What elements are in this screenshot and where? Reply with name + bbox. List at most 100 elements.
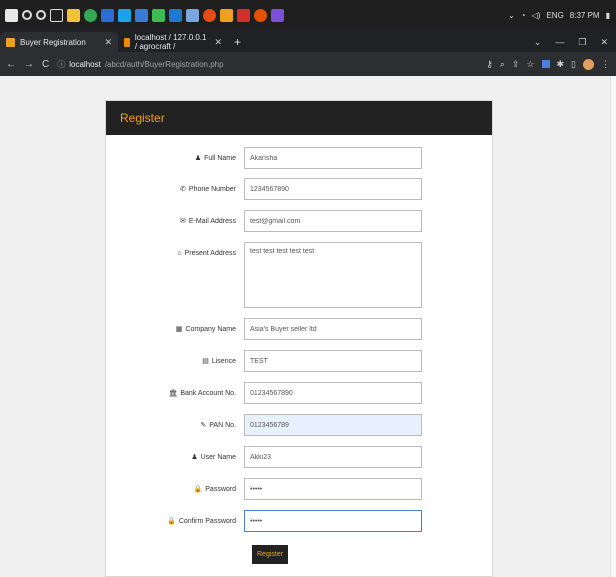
phone-input[interactable] <box>244 178 422 200</box>
app-icon[interactable] <box>118 8 131 22</box>
phpmyadmin-icon <box>124 37 130 47</box>
confirm-password-row: 🔒 Confirm Password <box>106 510 494 532</box>
address-bar: ← → C ⓘ localhost/abcd/auth/BuyerRegistr… <box>0 52 616 76</box>
new-tab-button[interactable]: + <box>228 32 247 52</box>
pencil-icon: ✎ <box>200 422 207 429</box>
bank-label: Bank Account No. <box>180 389 236 397</box>
password-input[interactable] <box>244 478 422 500</box>
username-row: ♟ User Name <box>106 446 494 468</box>
app-icon[interactable] <box>169 8 182 22</box>
app-icon[interactable] <box>186 8 199 22</box>
tab-buyer-registration[interactable]: Buyer Registration ✕ <box>0 32 118 52</box>
bank-icon: 🏛 <box>168 390 178 397</box>
lock-icon: 🔒 <box>193 486 203 493</box>
language-indicator[interactable]: ENG <box>546 11 563 20</box>
full-name-input[interactable] <box>244 147 422 169</box>
address-row: ⌂ Present Address test test test test tes… <box>106 242 494 308</box>
windows-taskbar: ⌄ ◔ ◁) ENG 8:37 PM ▮ <box>0 0 616 30</box>
task-view-icon[interactable] <box>50 8 63 22</box>
full-name-label: Full Name <box>204 154 236 162</box>
page-content: Register ♟Full Name ✆Phone Number ✉E-Mai… <box>0 76 610 577</box>
address-label: Present Address <box>184 249 236 257</box>
clock[interactable]: 8:37 PM <box>570 11 600 20</box>
windows-icon[interactable] <box>5 8 18 22</box>
info-icon[interactable]: ⓘ <box>57 59 65 70</box>
bank-input[interactable] <box>244 382 422 404</box>
bookmark-star-icon[interactable]: ☆ <box>526 59 534 70</box>
licence-label: Lisence <box>211 357 236 365</box>
chrome-icon[interactable] <box>84 8 97 22</box>
user-icon: ♟ <box>194 155 202 162</box>
username-input[interactable] <box>244 446 422 468</box>
close-tab-icon[interactable]: ✕ <box>104 37 112 48</box>
vscode-icon[interactable] <box>271 8 284 22</box>
cortana-icon[interactable] <box>36 10 46 20</box>
company-row: ▦ Company Name <box>106 318 494 340</box>
email-row: ✉ E-Mail Address <box>106 210 494 232</box>
company-input[interactable] <box>244 318 422 340</box>
browser-tab-bar: Buyer Registration ✕ localhost / 127.0.0… <box>0 30 616 52</box>
app-icon[interactable] <box>152 8 165 22</box>
tab-label: localhost / 127.0.0.1 / agrocraft / <box>134 33 207 51</box>
key-icon[interactable]: ⚷ <box>486 59 493 70</box>
maximize-icon[interactable]: ❐ <box>578 37 586 48</box>
pan-label: PAN No. <box>209 421 236 429</box>
password-label: Password <box>205 485 236 493</box>
url-path: /abcd/auth/BuyerRegistration.php <box>104 59 224 69</box>
password-row: 🔒 Password <box>106 478 494 500</box>
notification-icon[interactable]: ▮ <box>606 11 610 20</box>
volume-icon[interactable]: ◁) <box>532 11 541 20</box>
back-icon[interactable]: ← <box>6 59 16 70</box>
page-scrollbar[interactable] <box>610 76 616 577</box>
extension-icon[interactable] <box>541 60 550 68</box>
search-icon[interactable] <box>22 10 32 20</box>
envelope-icon: ✉ <box>180 218 186 225</box>
app-icon[interactable] <box>254 8 267 22</box>
tray-chevron-icon[interactable]: ⌄ <box>508 11 515 20</box>
file-explorer-icon[interactable] <box>67 8 80 22</box>
close-tab-icon[interactable]: ✕ <box>214 37 222 48</box>
pan-input[interactable] <box>244 414 422 436</box>
app-icon[interactable] <box>101 8 114 22</box>
address-textarea[interactable]: test test test test test <box>244 242 422 308</box>
licence-row: ▤ Lisence <box>106 350 494 372</box>
building-icon: ▦ <box>175 326 183 333</box>
phone-row: ✆ Phone Number <box>106 178 494 200</box>
confirm-password-label: Confirm Password <box>178 517 236 525</box>
sidebar-icon[interactable]: ▯ <box>571 59 576 70</box>
zoom-icon[interactable]: ⌕ <box>500 59 505 70</box>
network-icon[interactable]: ◔ <box>521 11 526 20</box>
url-host: localhost <box>69 59 101 69</box>
app-icon[interactable] <box>237 8 250 22</box>
phone-icon: ✆ <box>180 186 186 193</box>
menu-icon[interactable]: ⋮ <box>601 59 610 70</box>
app-icon[interactable] <box>203 8 216 22</box>
card-title: Register <box>106 101 492 135</box>
lock-icon: 🔒 <box>167 518 176 525</box>
share-icon[interactable]: ⇪ <box>512 59 520 70</box>
email-label: E-Mail Address <box>188 217 236 225</box>
confirm-password-input[interactable] <box>244 510 422 532</box>
close-window-icon[interactable]: ✕ <box>600 37 608 48</box>
register-button[interactable]: Register <box>252 545 289 564</box>
document-icon: ▤ <box>202 358 209 365</box>
profile-avatar[interactable] <box>583 58 594 70</box>
company-label: Company Name <box>185 325 236 333</box>
full-name-row: ♟ Full Name <box>106 147 494 169</box>
extensions-puzzle-icon[interactable]: ✱ <box>557 59 565 70</box>
tab-search-icon[interactable]: ⌄ <box>534 37 542 48</box>
user-icon: ♟ <box>191 454 198 461</box>
reload-icon[interactable]: C <box>42 59 49 70</box>
url-field[interactable]: ⓘ localhost/abcd/auth/BuyerRegistration.… <box>57 59 223 70</box>
tab-phpmyadmin[interactable]: localhost / 127.0.0.1 / agrocraft / ✕ <box>118 32 228 52</box>
forward-icon[interactable]: → <box>24 59 34 70</box>
app-icon[interactable] <box>135 8 148 22</box>
username-label: User Name <box>200 453 236 461</box>
phone-label: Phone Number <box>188 185 236 193</box>
tab-label: Buyer Registration <box>20 37 86 47</box>
app-icon[interactable] <box>220 8 233 22</box>
home-icon: ⌂ <box>177 249 182 257</box>
licence-input[interactable] <box>244 350 422 372</box>
email-input[interactable] <box>244 210 422 232</box>
minimize-icon[interactable]: — <box>555 37 564 47</box>
